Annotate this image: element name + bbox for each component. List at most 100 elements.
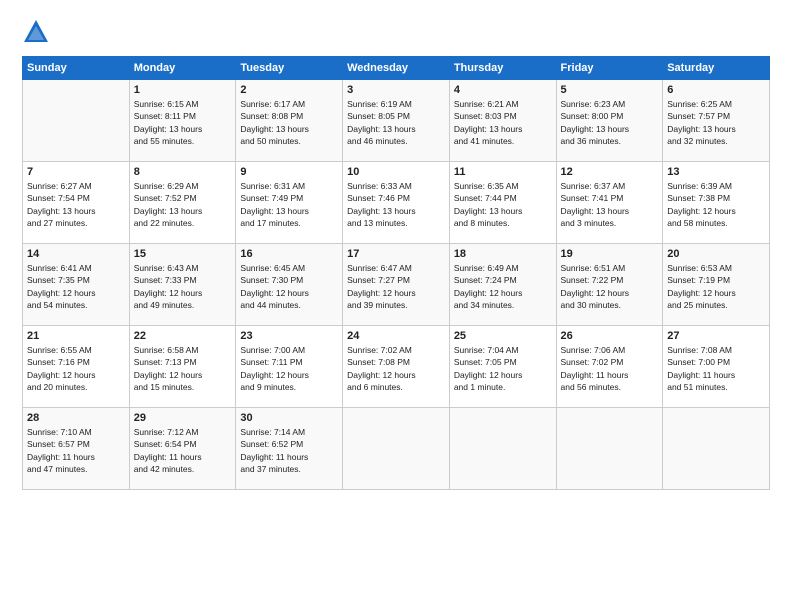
day-number: 7 <box>27 166 125 178</box>
day-info: Sunrise: 7:10 AM Sunset: 6:57 PM Dayligh… <box>27 426 125 475</box>
week-row-2: 7 Sunrise: 6:27 AM Sunset: 7:54 PM Daylig… <box>23 162 770 244</box>
day-info: Sunrise: 6:31 AM Sunset: 7:49 PM Dayligh… <box>240 180 338 229</box>
day-info: Sunrise: 6:27 AM Sunset: 7:54 PM Dayligh… <box>27 180 125 229</box>
day-cell: 21Sunrise: 6:55 AM Sunset: 7:16 PM Dayli… <box>23 326 130 408</box>
header <box>22 18 770 46</box>
day-info: Sunrise: 7:14 AM Sunset: 6:52 PM Dayligh… <box>240 426 338 475</box>
day-info: Sunrise: 7:06 AM Sunset: 7:02 PM Dayligh… <box>561 344 659 393</box>
day-cell <box>449 408 556 490</box>
day-cell: 18 Sunrise: 6:49 AM Sunset: 7:24 PM Dayli… <box>449 244 556 326</box>
day-number: 11 <box>454 166 552 178</box>
day-cell: 28 Sunrise: 7:10 AM Sunset: 6:57 PM Dayli… <box>23 408 130 490</box>
day-cell <box>556 408 663 490</box>
day-cell: 20Sunrise: 6:53 AM Sunset: 7:19 PM Dayli… <box>663 244 770 326</box>
day-info: Sunrise: 6:51 AM Sunset: 7:22 PM Dayligh… <box>561 262 659 311</box>
calendar-table: SundayMondayTuesdayWednesdayThursdayFrid… <box>22 56 770 490</box>
day-number: 20 <box>667 248 765 260</box>
day-number: 1 <box>134 84 232 96</box>
day-info: Sunrise: 6:19 AM Sunset: 8:05 PM Dayligh… <box>347 98 445 147</box>
day-number: 29 <box>134 412 232 424</box>
header-row: SundayMondayTuesdayWednesdayThursdayFrid… <box>23 57 770 80</box>
day-info: Sunrise: 6:33 AM Sunset: 7:46 PM Dayligh… <box>347 180 445 229</box>
day-cell: 14 Sunrise: 6:41 AM Sunset: 7:35 PM Dayli… <box>23 244 130 326</box>
day-info: Sunrise: 6:21 AM Sunset: 8:03 PM Dayligh… <box>454 98 552 147</box>
day-cell: 11 Sunrise: 6:35 AM Sunset: 7:44 PM Dayli… <box>449 162 556 244</box>
col-header-sunday: Sunday <box>23 57 130 80</box>
day-cell: 8 Sunrise: 6:29 AM Sunset: 7:52 PM Daylig… <box>129 162 236 244</box>
col-header-friday: Friday <box>556 57 663 80</box>
day-cell: 9 Sunrise: 6:31 AM Sunset: 7:49 PM Daylig… <box>236 162 343 244</box>
day-info: Sunrise: 6:45 AM Sunset: 7:30 PM Dayligh… <box>240 262 338 311</box>
day-cell: 24 Sunrise: 7:02 AM Sunset: 7:08 PM Dayli… <box>343 326 450 408</box>
day-cell: 17 Sunrise: 6:47 AM Sunset: 7:27 PM Dayli… <box>343 244 450 326</box>
day-cell <box>663 408 770 490</box>
day-info: Sunrise: 6:49 AM Sunset: 7:24 PM Dayligh… <box>454 262 552 311</box>
day-number: 25 <box>454 330 552 342</box>
day-cell: 13 Sunrise: 6:39 AM Sunset: 7:38 PM Dayli… <box>663 162 770 244</box>
day-cell: 16Sunrise: 6:45 AM Sunset: 7:30 PM Dayli… <box>236 244 343 326</box>
day-number: 19 <box>561 248 659 260</box>
day-cell: 3Sunrise: 6:19 AM Sunset: 8:05 PM Daylig… <box>343 80 450 162</box>
logo-icon <box>22 18 50 46</box>
day-number: 28 <box>27 412 125 424</box>
day-cell: 23 Sunrise: 7:00 AM Sunset: 7:11 PM Dayli… <box>236 326 343 408</box>
day-info: Sunrise: 6:29 AM Sunset: 7:52 PM Dayligh… <box>134 180 232 229</box>
day-number: 15 <box>134 248 232 260</box>
day-info: Sunrise: 7:12 AM Sunset: 6:54 PM Dayligh… <box>134 426 232 475</box>
day-number: 13 <box>667 166 765 178</box>
day-cell: 29 Sunrise: 7:12 AM Sunset: 6:54 PM Dayli… <box>129 408 236 490</box>
day-info: Sunrise: 7:00 AM Sunset: 7:11 PM Dayligh… <box>240 344 338 393</box>
week-row-3: 14 Sunrise: 6:41 AM Sunset: 7:35 PM Dayli… <box>23 244 770 326</box>
day-number: 12 <box>561 166 659 178</box>
day-number: 14 <box>27 248 125 260</box>
day-number: 23 <box>240 330 338 342</box>
day-number: 4 <box>454 84 552 96</box>
page: SundayMondayTuesdayWednesdayThursdayFrid… <box>0 0 792 612</box>
day-number: 2 <box>240 84 338 96</box>
day-number: 6 <box>667 84 765 96</box>
day-cell: 2 Sunrise: 6:17 AM Sunset: 8:08 PM Daylig… <box>236 80 343 162</box>
day-info: Sunrise: 6:47 AM Sunset: 7:27 PM Dayligh… <box>347 262 445 311</box>
day-info: Sunrise: 6:23 AM Sunset: 8:00 PM Dayligh… <box>561 98 659 147</box>
day-cell: 22 Sunrise: 6:58 AM Sunset: 7:13 PM Dayli… <box>129 326 236 408</box>
col-header-thursday: Thursday <box>449 57 556 80</box>
day-cell: 10Sunrise: 6:33 AM Sunset: 7:46 PM Dayli… <box>343 162 450 244</box>
day-info: Sunrise: 6:41 AM Sunset: 7:35 PM Dayligh… <box>27 262 125 311</box>
day-info: Sunrise: 6:17 AM Sunset: 8:08 PM Dayligh… <box>240 98 338 147</box>
day-info: Sunrise: 6:43 AM Sunset: 7:33 PM Dayligh… <box>134 262 232 311</box>
day-info: Sunrise: 6:58 AM Sunset: 7:13 PM Dayligh… <box>134 344 232 393</box>
col-header-tuesday: Tuesday <box>236 57 343 80</box>
week-row-1: 1 Sunrise: 6:15 AM Sunset: 8:11 PM Daylig… <box>23 80 770 162</box>
day-number: 26 <box>561 330 659 342</box>
col-header-saturday: Saturday <box>663 57 770 80</box>
day-cell: 26 Sunrise: 7:06 AM Sunset: 7:02 PM Dayli… <box>556 326 663 408</box>
week-row-4: 21Sunrise: 6:55 AM Sunset: 7:16 PM Dayli… <box>23 326 770 408</box>
day-info: Sunrise: 6:35 AM Sunset: 7:44 PM Dayligh… <box>454 180 552 229</box>
day-info: Sunrise: 6:37 AM Sunset: 7:41 PM Dayligh… <box>561 180 659 229</box>
day-number: 17 <box>347 248 445 260</box>
day-cell: 4 Sunrise: 6:21 AM Sunset: 8:03 PM Daylig… <box>449 80 556 162</box>
day-info: Sunrise: 7:04 AM Sunset: 7:05 PM Dayligh… <box>454 344 552 393</box>
day-info: Sunrise: 6:15 AM Sunset: 8:11 PM Dayligh… <box>134 98 232 147</box>
day-number: 24 <box>347 330 445 342</box>
day-number: 9 <box>240 166 338 178</box>
day-info: Sunrise: 6:55 AM Sunset: 7:16 PM Dayligh… <box>27 344 125 393</box>
col-header-monday: Monday <box>129 57 236 80</box>
day-cell <box>23 80 130 162</box>
day-cell: 30 Sunrise: 7:14 AM Sunset: 6:52 PM Dayli… <box>236 408 343 490</box>
day-number: 18 <box>454 248 552 260</box>
day-number: 8 <box>134 166 232 178</box>
col-header-wednesday: Wednesday <box>343 57 450 80</box>
week-row-5: 28 Sunrise: 7:10 AM Sunset: 6:57 PM Dayli… <box>23 408 770 490</box>
day-cell: 5Sunrise: 6:23 AM Sunset: 8:00 PM Daylig… <box>556 80 663 162</box>
day-info: Sunrise: 7:02 AM Sunset: 7:08 PM Dayligh… <box>347 344 445 393</box>
day-cell <box>343 408 450 490</box>
day-number: 30 <box>240 412 338 424</box>
day-number: 27 <box>667 330 765 342</box>
day-number: 22 <box>134 330 232 342</box>
day-cell: 27 Sunrise: 7:08 AM Sunset: 7:00 PM Dayli… <box>663 326 770 408</box>
day-info: Sunrise: 7:08 AM Sunset: 7:00 PM Dayligh… <box>667 344 765 393</box>
day-cell: 12 Sunrise: 6:37 AM Sunset: 7:41 PM Dayli… <box>556 162 663 244</box>
day-cell: 25 Sunrise: 7:04 AM Sunset: 7:05 PM Dayli… <box>449 326 556 408</box>
day-info: Sunrise: 6:39 AM Sunset: 7:38 PM Dayligh… <box>667 180 765 229</box>
